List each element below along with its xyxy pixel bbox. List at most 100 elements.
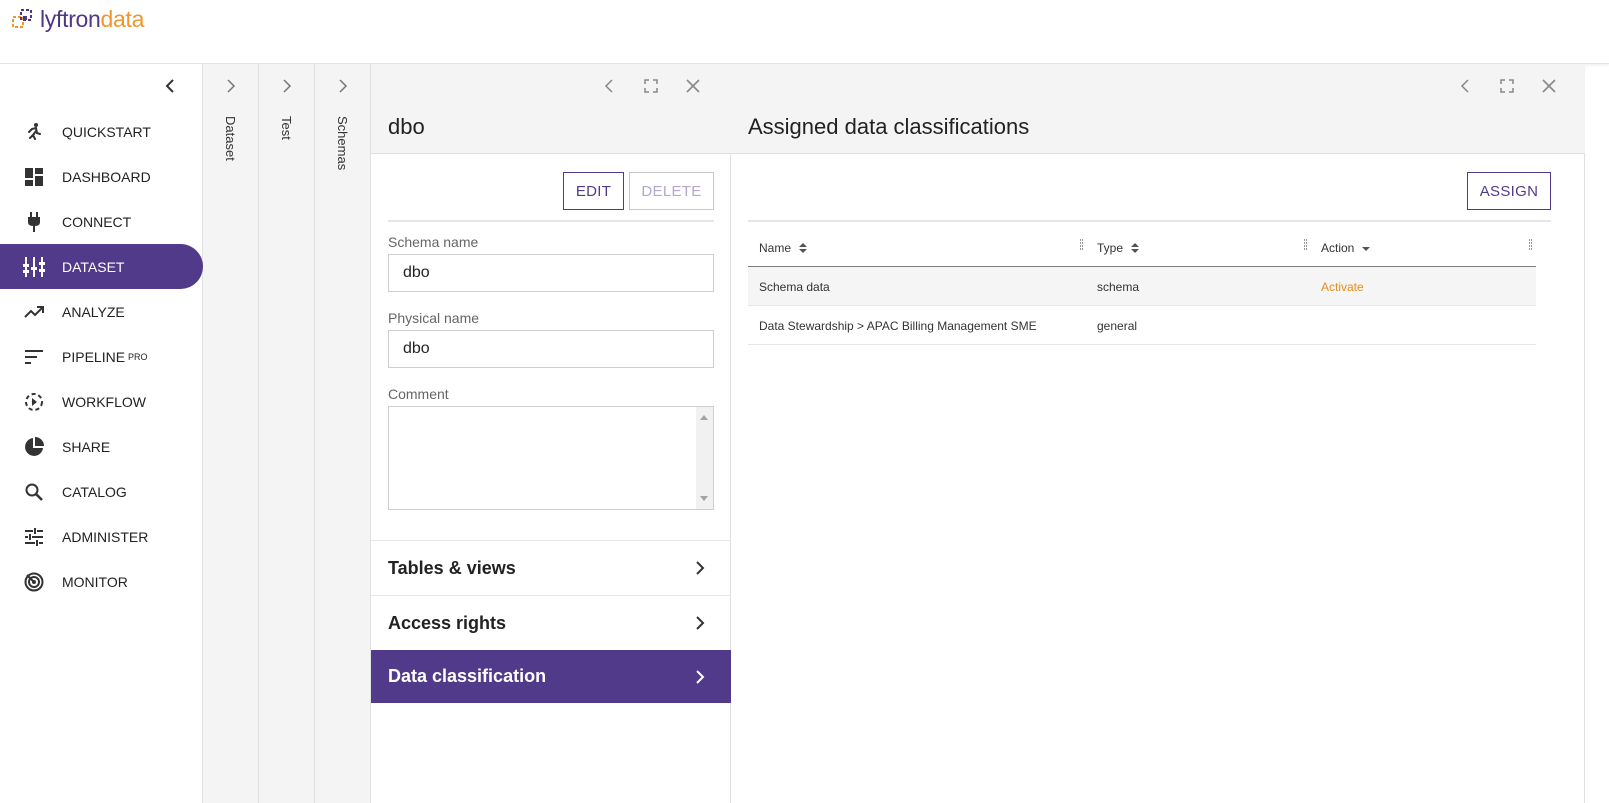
activate-link[interactable]: Activate xyxy=(1321,280,1364,294)
column-resize-handle[interactable] xyxy=(1304,239,1308,251)
cell-type: schema xyxy=(1097,280,1140,294)
sidebar-item-label: SHARE xyxy=(62,438,111,455)
pro-badge: PRO xyxy=(128,351,148,362)
section-label: Tables & views xyxy=(388,557,516,578)
app-logo[interactable]: lyftron data xyxy=(10,6,144,33)
assign-button[interactable]: ASSIGN xyxy=(1467,172,1551,210)
close-icon xyxy=(686,79,700,93)
table-row[interactable]: Data Stewardship > APAC Billing Manageme… xyxy=(748,306,1536,345)
chevron-right-icon xyxy=(691,559,709,577)
logo-mark-icon xyxy=(12,8,32,28)
comment-label: Comment xyxy=(388,386,449,402)
panel-back-button[interactable] xyxy=(599,76,619,96)
sidebar-item-analyze[interactable]: ANALYZE xyxy=(0,289,203,334)
top-header: lyftron data xyxy=(0,0,1609,64)
sidebar-item-label: DASHBOARD xyxy=(62,168,151,185)
panel-close-button[interactable] xyxy=(683,76,703,96)
physical-name-label: Physical name xyxy=(388,310,480,326)
panel-header: Assigned data classifications xyxy=(731,64,1585,154)
sidebar-item-label: PIPELINE xyxy=(62,348,126,365)
cell-name: Schema data xyxy=(759,280,830,294)
section-tables-views[interactable]: Tables & views xyxy=(371,540,731,595)
close-icon xyxy=(1542,79,1556,93)
fullscreen-icon xyxy=(644,79,658,93)
physical-name-field[interactable] xyxy=(388,330,714,368)
collapsed-panel-schemas[interactable]: Schemas xyxy=(315,64,371,803)
sidebar-item-label: WORKFLOW xyxy=(62,393,146,410)
sidebar-item-quickstart[interactable]: QUICKSTART xyxy=(0,109,203,154)
section-access-rights[interactable]: Access rights xyxy=(371,595,731,650)
table-header: Name Type Action xyxy=(748,229,1536,267)
sidebar-item-dataset[interactable]: DATASET xyxy=(0,244,203,289)
comment-field[interactable] xyxy=(388,406,714,510)
pipeline-icon xyxy=(22,345,46,369)
chevron-left-icon xyxy=(165,79,174,93)
column-header-action[interactable]: Action xyxy=(1321,241,1371,255)
chevron-left-icon xyxy=(604,79,613,93)
column-label: Type xyxy=(1097,241,1124,255)
panel-controls xyxy=(599,76,703,96)
schema-detail-panel: dbo EDIT DELETE Schema name Physical nam… xyxy=(371,64,731,803)
sidebar-item-share[interactable]: SHARE xyxy=(0,424,203,469)
cell-type: general xyxy=(1097,319,1138,333)
logo-text-primary: lyftron xyxy=(40,6,101,32)
chevron-right-icon xyxy=(691,668,709,686)
column-label: Action xyxy=(1321,241,1355,255)
chevron-left-icon xyxy=(1460,79,1469,93)
chevron-right-icon[interactable] xyxy=(277,76,297,96)
sidebar-item-monitor[interactable]: MONITOR xyxy=(0,559,203,604)
scroll-down-icon[interactable] xyxy=(700,496,708,501)
scroll-up-icon[interactable] xyxy=(700,415,708,420)
sidebar-collapse-button[interactable] xyxy=(160,76,180,96)
sidebar-item-label: CATALOG xyxy=(62,483,127,500)
divider xyxy=(388,220,714,222)
workflow-icon xyxy=(22,390,46,414)
sidebar-item-label: CONNECT xyxy=(62,213,132,230)
edit-button[interactable]: EDIT xyxy=(563,172,624,210)
dashboard-icon xyxy=(22,165,46,189)
collapsed-panel-dataset[interactable]: Dataset xyxy=(203,64,259,803)
sidebar-item-administer[interactable]: ADMINISTER xyxy=(0,514,203,559)
page-title: dbo xyxy=(388,114,425,139)
panel-maximize-button[interactable] xyxy=(1497,76,1517,96)
search-icon xyxy=(22,480,46,504)
chevron-right-icon[interactable] xyxy=(333,76,353,96)
sidebar-item-label: QUICKSTART xyxy=(62,123,151,140)
panel-controls xyxy=(1455,76,1559,96)
column-header-type[interactable]: Type xyxy=(1097,241,1140,255)
column-resize-handle[interactable] xyxy=(1529,239,1533,251)
fullscreen-icon xyxy=(1500,79,1514,93)
sidebar-item-label: ADMINISTER xyxy=(62,528,149,545)
panel-back-button[interactable] xyxy=(1455,76,1475,96)
column-header-name[interactable]: Name xyxy=(759,241,808,255)
sidebar-nav: QUICKSTART DASHBOARD CONNECT DATASET ANA… xyxy=(0,109,203,604)
panel-close-button[interactable] xyxy=(1539,76,1559,96)
panel-maximize-button[interactable] xyxy=(641,76,661,96)
section-data-classification[interactable]: Data classification xyxy=(371,650,731,703)
sidebar-item-label: DATASET xyxy=(62,258,125,275)
delete-button[interactable]: DELETE xyxy=(629,172,714,210)
column-resize-handle[interactable] xyxy=(1080,239,1084,251)
collapsed-panel-test[interactable]: Test xyxy=(259,64,315,803)
panel-label: Schemas xyxy=(335,116,350,171)
sidebar-item-workflow[interactable]: WORKFLOW xyxy=(0,379,203,424)
sort-icon xyxy=(1131,243,1140,253)
sidebar-item-dashboard[interactable]: DASHBOARD xyxy=(0,154,203,199)
sidebar-item-connect[interactable]: CONNECT xyxy=(0,199,203,244)
plug-icon xyxy=(22,210,46,234)
sidebar: QUICKSTART DASHBOARD CONNECT DATASET ANA… xyxy=(0,64,203,803)
panel-label: Dataset xyxy=(223,116,238,161)
column-label: Name xyxy=(759,241,792,255)
cell-name: Data Stewardship > APAC Billing Manageme… xyxy=(759,319,1037,333)
schema-name-field[interactable] xyxy=(388,254,714,292)
panel-label: Test xyxy=(279,116,294,140)
panel-header: dbo xyxy=(371,64,731,154)
sidebar-item-catalog[interactable]: CATALOG xyxy=(0,469,203,514)
table-row[interactable]: Schema data schema Activate xyxy=(748,267,1536,306)
run-icon xyxy=(22,120,46,144)
sidebar-item-label: ANALYZE xyxy=(62,303,125,320)
chevron-right-icon[interactable] xyxy=(221,76,241,96)
sidebar-item-pipeline[interactable]: PIPELINE PRO xyxy=(0,334,203,379)
scrollbar[interactable] xyxy=(696,407,713,509)
schema-name-label: Schema name xyxy=(388,234,479,250)
